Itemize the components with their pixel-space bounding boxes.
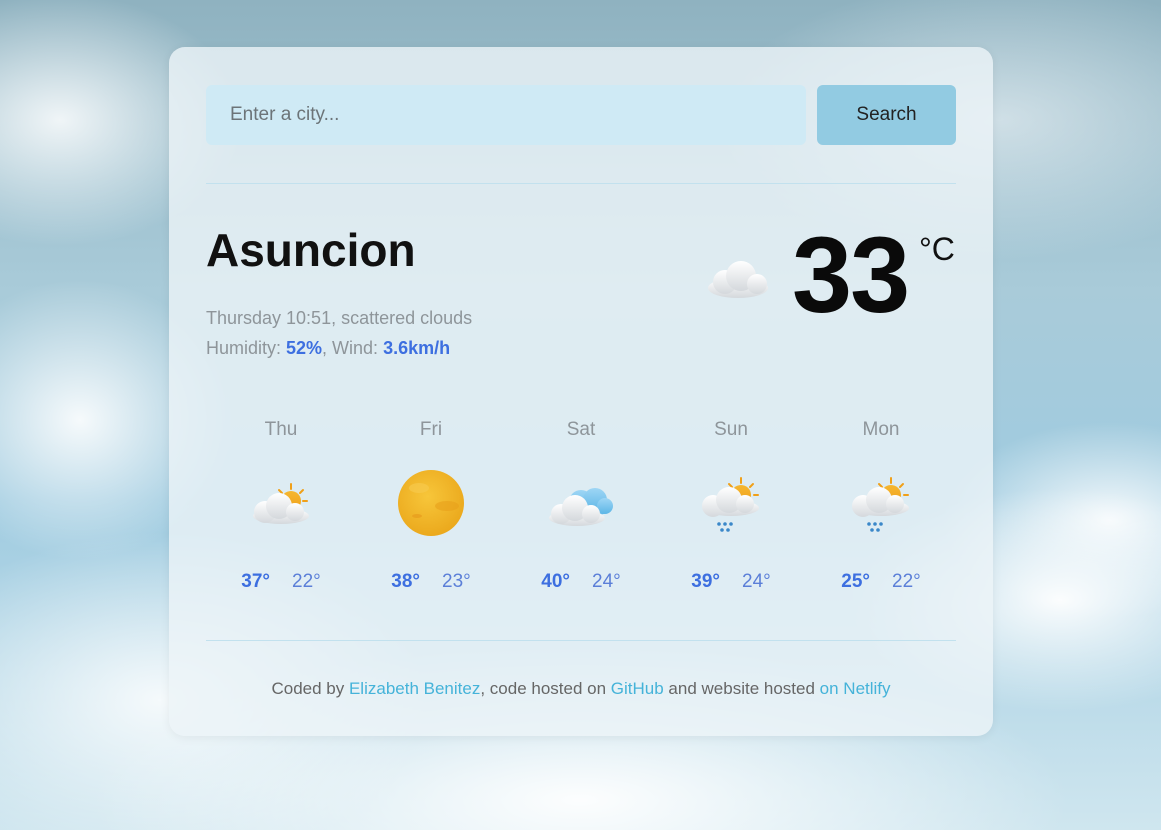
footer-middle: , code hosted on bbox=[480, 679, 611, 698]
city-search-input[interactable] bbox=[206, 85, 806, 145]
forecast-day: Sun 39° 24° bbox=[656, 409, 806, 593]
weather-card: Search Asuncion Thursday 10:51, scattere… bbox=[169, 47, 993, 736]
forecast-day: Fri 38° 23° bbox=[356, 409, 506, 593]
forecast-temps: 25° 22° bbox=[806, 571, 956, 593]
forecast-day-name: Fri bbox=[419, 419, 443, 440]
sun-icon bbox=[398, 470, 464, 536]
footer-middle2: and website hosted bbox=[663, 679, 820, 698]
humidity-wind: Humidity: 52%, Wind: 3.6km/h bbox=[206, 333, 472, 363]
github-link[interactable]: GitHub bbox=[611, 679, 664, 698]
forecast-temps: 37° 22° bbox=[206, 571, 356, 593]
forecast-min: 24° bbox=[592, 571, 621, 592]
forecast-day: Mon 25° 22° bbox=[806, 409, 956, 593]
netlify-link[interactable]: on Netlify bbox=[820, 679, 891, 698]
forecast-max: 38° bbox=[391, 571, 420, 592]
forecast-temps: 39° 24° bbox=[656, 571, 806, 593]
author-link[interactable]: Elizabeth Benitez bbox=[349, 679, 480, 698]
forecast-day: Sat 40° 24° bbox=[506, 409, 656, 593]
forecast-temps: 38° 23° bbox=[356, 571, 506, 593]
forecast-day-name: Mon bbox=[862, 419, 900, 440]
forecast-max: 39° bbox=[691, 571, 720, 592]
bottom-divider bbox=[206, 640, 956, 641]
forecast-temps: 40° 24° bbox=[506, 571, 656, 593]
footer-prefix: Coded by bbox=[271, 679, 349, 698]
footer: Coded by Elizabeth Benitez, code hosted … bbox=[169, 679, 993, 699]
forecast-max: 25° bbox=[841, 571, 870, 592]
forecast-min: 23° bbox=[442, 571, 471, 592]
current-temperature: 33 bbox=[792, 214, 910, 335]
current-details: Thursday 10:51, scattered clouds Humidit… bbox=[206, 303, 472, 363]
cloudy-icon bbox=[549, 488, 613, 526]
humidity-label: Humidity: bbox=[206, 338, 287, 358]
forecast-max: 37° bbox=[241, 571, 270, 592]
forecast-day-name: Thu bbox=[264, 419, 298, 440]
partly-sunny-icon bbox=[253, 483, 309, 524]
search-form: Search bbox=[206, 85, 956, 145]
forecast-min: 24° bbox=[742, 571, 771, 592]
forecast: Thu 37° 22° Fri 38° 23° Sat 40° 24° Sun … bbox=[206, 409, 956, 609]
forecast-day-name: Sun bbox=[714, 419, 748, 440]
forecast-day-name: Sat bbox=[566, 419, 596, 440]
cloud-icon bbox=[708, 261, 768, 298]
wind-label: , Wind: bbox=[322, 338, 384, 358]
sun-rain-icon bbox=[702, 477, 759, 532]
search-button[interactable]: Search bbox=[817, 85, 956, 145]
forecast-max: 40° bbox=[541, 571, 570, 592]
sun-rain-icon bbox=[852, 477, 909, 532]
forecast-min: 22° bbox=[892, 571, 921, 592]
top-divider bbox=[206, 183, 956, 184]
humidity-value: 52% bbox=[286, 338, 323, 358]
temperature-unit: °C bbox=[919, 231, 955, 267]
wind-value: 3.6km/h bbox=[383, 338, 451, 358]
city-name: Asuncion bbox=[206, 224, 416, 276]
date-description: Thursday 10:51, scattered clouds bbox=[206, 308, 473, 328]
forecast-day: Thu 37° 22° bbox=[206, 409, 356, 593]
forecast-min: 22° bbox=[292, 571, 321, 592]
